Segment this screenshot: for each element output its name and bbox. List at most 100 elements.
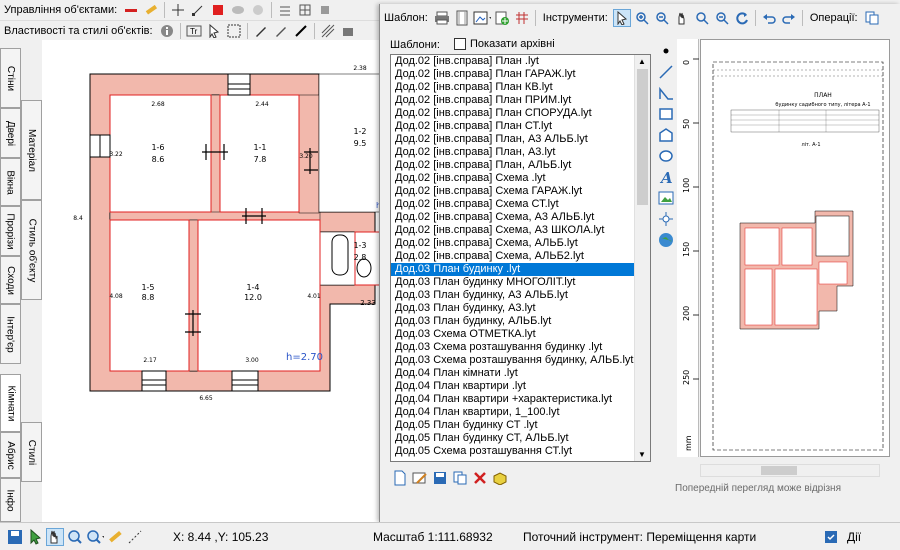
polyline-tool-icon[interactable] — [657, 84, 675, 102]
fill-icon[interactable] — [339, 22, 357, 40]
checkbox-box[interactable] — [454, 38, 466, 51]
zoom-fit-icon[interactable] — [713, 9, 731, 27]
tab-styles[interactable]: Стилі — [21, 422, 42, 482]
tab-stairs[interactable]: Сходи — [0, 256, 21, 304]
templates-list[interactable]: Дод.02 [інв.справа] План .lyt Дод.02 [інв… — [390, 54, 651, 462]
tab-material[interactable]: Матеріал — [21, 100, 42, 200]
template-item[interactable]: Дод.02 [інв.справа] Схема ГАРАЖ.lyt — [391, 185, 650, 198]
image-tool-icon[interactable] — [657, 189, 675, 207]
show-archive-checkbox[interactable]: Показати архівні — [454, 38, 555, 51]
tab-walls[interactable]: Стіни — [0, 48, 21, 108]
zoom-in-icon[interactable] — [633, 9, 651, 27]
compass-tool-icon[interactable] — [657, 210, 675, 228]
template-item[interactable]: Дод.05 Схема розташування СТ.lyt — [391, 445, 650, 458]
cursor-icon[interactable] — [26, 528, 44, 546]
template-item[interactable]: Дод.03 План будинку .lyt — [391, 263, 650, 276]
template-item[interactable]: Дод.04 План квартири, 1_100.lyt — [391, 406, 650, 419]
dot-icon[interactable] — [657, 42, 675, 60]
line-width-icon[interactable] — [292, 22, 310, 40]
template-item[interactable]: Дод.02 [інв.справа] План ГАРАЖ.lyt — [391, 68, 650, 81]
template-item[interactable]: Дод.03 План будинку, А3 АЛЬБ.lyt — [391, 289, 650, 302]
template-item[interactable]: Дод.03 Схема розташування будинку, АЛЬБ.… — [391, 354, 650, 367]
tab-outline[interactable]: Абрис — [0, 432, 21, 478]
line-tool-icon[interactable] — [657, 63, 675, 81]
tab-windows[interactable]: Вікна — [0, 158, 21, 206]
distance-icon[interactable] — [126, 528, 144, 546]
template-item[interactable]: Дод.02 [інв.справа] План, АЛЬБ.lyt — [391, 159, 650, 172]
actions-icon[interactable] — [822, 528, 840, 546]
select-frame-icon[interactable] — [225, 22, 243, 40]
page-icon[interactable] — [453, 9, 471, 27]
node-icon[interactable] — [189, 1, 207, 19]
grid-icon[interactable] — [296, 1, 314, 19]
image-dropdown-icon[interactable] — [473, 9, 491, 27]
template-item[interactable]: Дод.02 [інв.справа] Схема .lyt — [391, 172, 650, 185]
zoom-icon[interactable] — [66, 528, 84, 546]
tab-doors[interactable]: Двері — [0, 108, 21, 158]
actions-label[interactable]: Дії — [841, 530, 867, 544]
lines-icon[interactable] — [276, 1, 294, 19]
template-item[interactable]: Дод.02 [інв.справа] План СПОРУДА.lyt — [391, 107, 650, 120]
move-icon[interactable] — [169, 1, 187, 19]
add-template-icon[interactable] — [493, 9, 511, 27]
template-item[interactable]: Дод.03 План будинку, А3.lyt — [391, 302, 650, 315]
new-file-icon[interactable] — [391, 469, 409, 487]
text-style-icon[interactable]: Tr — [185, 22, 203, 40]
block-icon[interactable] — [316, 1, 334, 19]
zoom-dropdown-icon[interactable] — [86, 528, 104, 546]
refresh-icon[interactable] — [733, 9, 751, 27]
template-item[interactable]: Дод.02 [інв.справа] План, А3.lyt — [391, 146, 650, 159]
pan-hand-icon[interactable] — [673, 9, 691, 27]
template-item[interactable]: Дод.02 [інв.справа] Схема, А3 ШКОЛА.lyt — [391, 224, 650, 237]
save-status-icon[interactable] — [6, 528, 24, 546]
template-item[interactable]: Дод.02 [інв.справа] Схема, А3 АЛЬБ.lyt — [391, 211, 650, 224]
tab-object-style[interactable]: Стиль об'єкту — [21, 200, 42, 300]
package-icon[interactable] — [491, 469, 509, 487]
template-item[interactable]: Дод.04 План квартири .lyt — [391, 380, 650, 393]
template-item[interactable]: Дод.03 Схема ОТМЕТКА.lyt — [391, 328, 650, 341]
tab-rooms[interactable]: Кімнати — [0, 374, 21, 432]
template-item[interactable]: Дод.03 План будинку, АЛЬБ.lyt — [391, 315, 650, 328]
ruler-icon[interactable] — [142, 1, 160, 19]
list-scrollbar[interactable]: ▲ ▼ — [634, 55, 650, 461]
duplicate-icon[interactable] — [451, 469, 469, 487]
circle-icon[interactable] — [249, 1, 267, 19]
template-item[interactable]: Дод.02 [інв.справа] План, А3 АЛЬБ.lyt — [391, 133, 650, 146]
tab-openings[interactable]: Прорізи — [0, 206, 21, 256]
template-item[interactable]: Дод.03 План будинку МНОГОЛІТ.lyt — [391, 276, 650, 289]
info-icon[interactable] — [158, 22, 176, 40]
template-item[interactable]: Дод.02 [інв.справа] План ПРИМ.lyt — [391, 94, 650, 107]
red-square-icon[interactable] — [209, 1, 227, 19]
redo-icon[interactable] — [780, 9, 798, 27]
undo-icon[interactable] — [760, 9, 778, 27]
text-tool-icon[interactable]: A — [657, 168, 675, 186]
pencil-icon[interactable] — [252, 22, 270, 40]
copy-operation-icon[interactable] — [863, 9, 881, 27]
template-item[interactable]: Дод.05 План будинку СТ, АЛЬБ.lyt — [391, 432, 650, 445]
grid-color-icon[interactable] — [513, 9, 531, 27]
preview-hscroll[interactable] — [700, 464, 880, 477]
save-icon[interactable] — [431, 469, 449, 487]
select-arrow-icon[interactable] — [612, 9, 631, 27]
map-canvas[interactable]: 1-6 8.6 1-1 7.8 1-2 9.5 1-3 2.8 1-5 8.8 … — [42, 40, 384, 522]
pointer-icon[interactable] — [205, 22, 223, 40]
measure-icon[interactable] — [106, 528, 124, 546]
template-item[interactable]: Дод.02 [інв.справа] Схема, АЛЬБ2.lyt — [391, 250, 650, 263]
rectangle-tool-icon[interactable] — [657, 105, 675, 123]
template-item[interactable]: Дод.02 [інв.справа] План .lyt — [391, 55, 650, 68]
hand-icon[interactable] — [46, 527, 64, 546]
template-item[interactable]: Дод.04 План квартири +характеристика.lyt — [391, 393, 650, 406]
tab-info[interactable]: Інфо — [0, 478, 21, 522]
rename-icon[interactable] — [411, 469, 429, 487]
scroll-up-icon[interactable]: ▲ — [638, 57, 646, 66]
template-item[interactable]: Дод.02 [інв.справа] План СТ.lyt — [391, 120, 650, 133]
template-item[interactable]: Дод.04 План кімнати .lyt — [391, 367, 650, 380]
scroll-thumb[interactable] — [637, 69, 648, 205]
template-item[interactable]: Дод.05 План будинку СТ .lyt — [391, 419, 650, 432]
scroll-down-icon[interactable]: ▼ — [638, 450, 646, 459]
print-icon[interactable] — [433, 9, 451, 27]
hatch-icon[interactable] — [319, 22, 337, 40]
hscroll-thumb[interactable] — [761, 466, 797, 475]
template-item[interactable]: Дод.02 [інв.справа] Схема СТ.lyt — [391, 198, 650, 211]
polygon-tool-icon[interactable] — [657, 126, 675, 144]
